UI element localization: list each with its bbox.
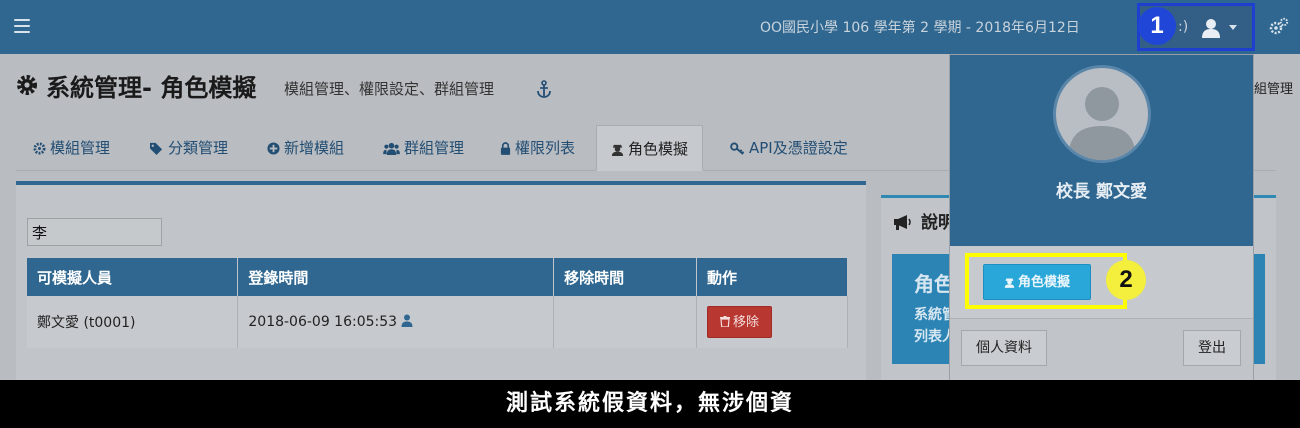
avatar-placeholder-icon xyxy=(1068,87,1136,160)
tab-group-management[interactable]: 群組管理 xyxy=(383,125,464,171)
breadcrumb-clipped: 組管理 xyxy=(1254,82,1294,97)
column-header[interactable]: 可模擬人員 xyxy=(27,258,239,296)
table-row: 鄭文愛 (t0001) 2018-06-09 16:05:53 移除 xyxy=(27,296,848,348)
tab-label: 群組管理 xyxy=(404,139,465,157)
gear-icon xyxy=(17,75,37,95)
gear-icon xyxy=(33,142,46,155)
school-term-label: OO國民小學 106 學年第 2 學期 - 2018年6月12日 xyxy=(760,20,1080,36)
callout-badge-2: 2 xyxy=(1106,260,1146,300)
simulatable-users-table: 可模擬人員 登錄時間 移除時間 動作 鄭文愛 (t0001) 2018-06-0… xyxy=(27,258,848,348)
page-title: 系統管理- 角色模擬 xyxy=(46,74,257,102)
tab-category-management[interactable]: 分類管理 xyxy=(149,125,228,171)
user-icon xyxy=(1202,19,1220,38)
role-simulation-button-label: 角色模擬 xyxy=(1017,275,1070,290)
tags-icon xyxy=(150,142,163,155)
filter-input[interactable] xyxy=(27,218,162,246)
cell-remove-time xyxy=(553,296,698,348)
page-subtitle: 模組管理、權限設定、群組管理 xyxy=(284,80,495,98)
tab-label: 分類管理 xyxy=(168,139,229,157)
disclaimer-caption: 測試系統假資料，無涉個資 xyxy=(0,380,1300,428)
info-box-title: 角色 xyxy=(914,272,954,296)
caret-down-icon xyxy=(1229,25,1237,30)
profile-button[interactable]: 個人資料 xyxy=(961,330,1047,366)
tab-label: 模組管理 xyxy=(50,139,111,157)
avatar xyxy=(1053,65,1151,163)
tab-api-settings[interactable]: API及憑證設定 xyxy=(730,125,848,171)
cell-user-name: 鄭文愛 (t0001) xyxy=(27,296,239,348)
column-header[interactable]: 登錄時間 xyxy=(237,258,555,296)
trash-icon xyxy=(720,316,731,328)
info-panel-heading: 說明 xyxy=(893,208,955,233)
bullhorn-icon xyxy=(894,215,911,230)
user-menu-paren: :) xyxy=(1178,19,1189,35)
tab-role-simulation[interactable]: 角色模擬 xyxy=(596,125,704,171)
table-header-row: 可模擬人員 登錄時間 移除時間 動作 xyxy=(27,258,848,296)
column-header[interactable]: 動作 xyxy=(696,258,848,296)
callout-badge-1: 1 xyxy=(1138,7,1176,45)
top-navbar: OO國民小學 106 學年第 2 學期 - 2018年6月12日 :) xyxy=(0,0,1300,54)
plus-circle-icon xyxy=(267,142,280,155)
user-display-name: 校長 鄭文愛 xyxy=(1056,182,1147,202)
cogs-icon[interactable] xyxy=(1268,17,1290,37)
remove-button-label: 移除 xyxy=(733,315,760,330)
tab-label: API及憑證設定 xyxy=(749,139,848,157)
tab-permission-list[interactable]: 權限列表 xyxy=(500,125,575,171)
role-simulation-button[interactable]: 角色模擬 xyxy=(983,264,1091,300)
anchor-icon[interactable] xyxy=(536,80,552,98)
cell-action: 移除 xyxy=(696,296,848,348)
key-icon xyxy=(730,142,745,155)
user-icon xyxy=(401,314,413,327)
user-secret-icon xyxy=(611,144,624,156)
cell-login-time: 2018-06-09 16:05:53 xyxy=(237,296,555,348)
user-dropdown-header: 校長 鄭文愛 xyxy=(950,55,1253,246)
tab-label: 角色模擬 xyxy=(628,140,689,158)
tab-add-module[interactable]: 新增模組 xyxy=(267,125,344,171)
tab-label: 權限列表 xyxy=(515,139,576,157)
hamburger-menu-icon[interactable] xyxy=(14,19,30,33)
column-header[interactable]: 移除時間 xyxy=(553,258,698,296)
tab-label: 新增模組 xyxy=(284,139,345,157)
remove-button[interactable]: 移除 xyxy=(707,306,773,338)
tab-module-management[interactable]: 模組管理 xyxy=(33,125,110,171)
users-icon xyxy=(383,142,400,155)
logout-button[interactable]: 登出 xyxy=(1183,330,1241,366)
login-time-text: 2018-06-09 16:05:53 xyxy=(248,314,398,330)
lock-icon xyxy=(500,142,511,155)
user-secret-icon xyxy=(1004,278,1015,288)
